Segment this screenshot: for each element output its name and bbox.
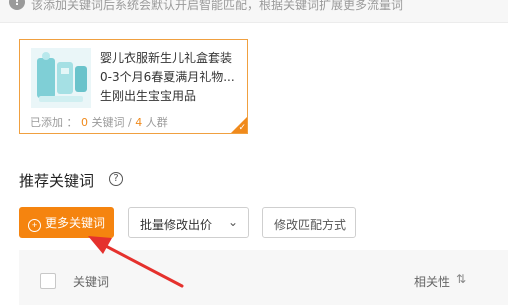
info-notice-bar: ! 该添加关键词后系统会默认开启智能匹配，根据关键词扩展更多流量词 xyxy=(0,0,508,23)
notice-text: 该添加关键词后系统会默认开启智能匹配，根据关键词扩展更多流量词 xyxy=(31,0,404,12)
product-title-line: 0-3个月6春夏满月礼物... xyxy=(100,70,235,84)
select-all-checkbox[interactable] xyxy=(40,273,56,289)
product-added-stats: 已添加 ： 0 关键词 / 4 人群 xyxy=(30,114,168,130)
chevron-down-icon: ⌄ xyxy=(227,215,238,229)
more-keywords-label: 更多关键词 xyxy=(44,215,105,230)
crowd-unit: 人群 xyxy=(145,116,168,129)
keyword-unit: 关键词 xyxy=(91,116,125,129)
stats-separator: / xyxy=(124,116,136,129)
section-title: 推荐关键词 xyxy=(19,172,95,190)
batch-modify-bid-dropdown[interactable]: 批量修改出价 ⌄ xyxy=(128,207,249,238)
baby-clothes-image xyxy=(31,48,91,108)
plus-circle-icon: + xyxy=(27,218,41,232)
crowd-count: 4 xyxy=(135,116,143,129)
product-title-line: 生刚出生宝宝用品 xyxy=(100,89,197,103)
question-circle-icon[interactable]: ? xyxy=(109,172,123,186)
keyword-table-header: 关键词 相关性 ⇅ xyxy=(19,250,508,305)
sort-icon[interactable]: ⇅ xyxy=(456,272,466,286)
modify-match-label: 修改匹配方式 xyxy=(274,218,347,232)
check-icon: ✓ xyxy=(238,123,246,133)
product-card[interactable]: 婴儿衣服新生儿礼盒套装 0-3个月6春夏满月礼物... 生刚出生宝宝用品 已添加… xyxy=(19,39,248,134)
batch-modify-bid-label: 批量修改出价 xyxy=(140,218,213,232)
product-title: 婴儿衣服新生儿礼盒套装 0-3个月6春夏满月礼物... 生刚出生宝宝用品 xyxy=(100,49,240,106)
modify-match-button[interactable]: 修改匹配方式 xyxy=(262,207,356,238)
product-title-line: 婴儿衣服新生儿礼盒套装 xyxy=(100,51,233,65)
info-icon: ! xyxy=(9,0,25,10)
column-header-relevance[interactable]: 相关性 xyxy=(414,273,450,290)
added-label: 已添加 ： xyxy=(30,116,78,129)
keyword-count: 0 xyxy=(81,116,88,129)
product-thumbnail xyxy=(31,48,91,108)
column-header-keyword: 关键词 xyxy=(73,275,110,289)
more-keywords-button[interactable]: + 更多关键词 xyxy=(19,207,114,238)
